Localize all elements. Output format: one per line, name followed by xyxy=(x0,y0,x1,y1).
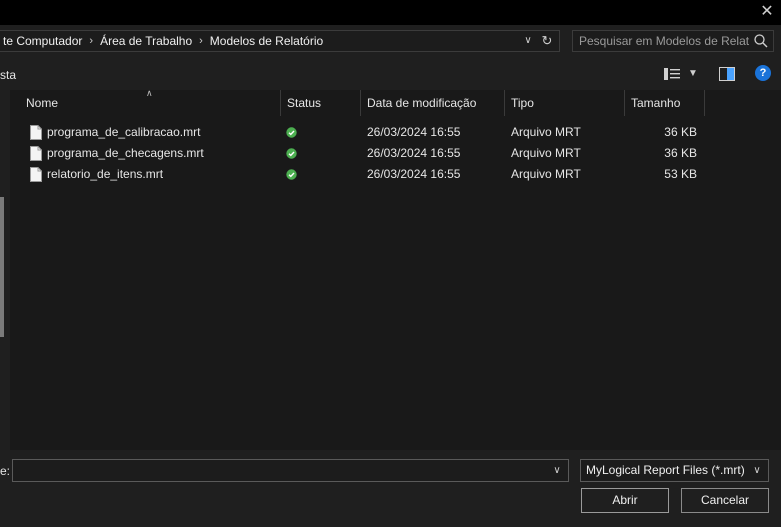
file-type: Arquivo MRT xyxy=(511,146,581,160)
column-header-name[interactable]: Nome xyxy=(20,90,280,116)
toolbar-label[interactable]: sta xyxy=(0,68,16,82)
toolbar: sta ▼ ? xyxy=(0,60,781,90)
filetype-select[interactable]: MyLogical Report Files (*.mrt) ∨ xyxy=(580,459,769,482)
breadcrumb-item[interactable]: Área de Trabalho xyxy=(96,34,196,48)
file-icon xyxy=(30,146,42,161)
file-modified: 26/03/2024 16:55 xyxy=(367,167,461,181)
file-size: 53 KB xyxy=(664,167,697,181)
file-size: 36 KB xyxy=(664,146,697,160)
file-icon xyxy=(30,125,42,140)
file-row[interactable]: relatorio_de_itens.mrt 26/03/2024 16:55 … xyxy=(10,164,781,185)
file-name[interactable]: programa_de_calibracao.mrt xyxy=(47,122,200,143)
chevron-down-icon[interactable]: ▼ xyxy=(686,66,700,82)
close-icon[interactable]: ✕ xyxy=(757,1,777,23)
chevron-right-icon[interactable]: › xyxy=(86,35,96,47)
cancel-button[interactable]: Cancelar xyxy=(681,488,769,513)
filetype-value: MyLogical Report Files (*.mrt) xyxy=(586,463,745,477)
view-details-icon[interactable] xyxy=(664,67,682,81)
open-button[interactable]: Abrir xyxy=(581,488,669,513)
search-box[interactable] xyxy=(572,30,774,52)
file-modified: 26/03/2024 16:55 xyxy=(367,125,461,139)
filename-combobox[interactable]: ∨ xyxy=(12,459,569,482)
file-name[interactable]: relatorio_de_itens.mrt xyxy=(47,164,163,185)
file-size: 36 KB xyxy=(664,125,697,139)
column-header-modified[interactable]: Data de modificação xyxy=(361,90,505,116)
breadcrumb: te Computador › Área de Trabalho › Model… xyxy=(0,31,327,51)
search-input[interactable] xyxy=(579,31,749,51)
status-synced-icon xyxy=(286,127,297,138)
chevron-right-icon[interactable]: › xyxy=(196,35,206,47)
file-icon xyxy=(30,167,42,182)
navigation-row: te Computador › Área de Trabalho › Model… xyxy=(0,25,781,60)
column-header-type[interactable]: Tipo xyxy=(505,90,625,116)
nav-scrollbar[interactable] xyxy=(0,197,4,337)
preview-pane-icon[interactable] xyxy=(719,67,735,81)
title-bar: ✕ xyxy=(0,0,781,25)
filename-input[interactable] xyxy=(17,461,537,480)
chevron-down-icon[interactable]: ∨ xyxy=(550,462,564,479)
refresh-icon[interactable]: ↻ xyxy=(539,32,555,50)
column-header-status[interactable]: Status xyxy=(281,90,361,116)
search-icon[interactable] xyxy=(753,33,769,49)
file-modified: 26/03/2024 16:55 xyxy=(367,146,461,160)
help-icon[interactable]: ? xyxy=(755,65,771,81)
column-header-row: ∧ Nome Status Data de modificação Tipo T… xyxy=(10,88,781,116)
file-list: ∧ Nome Status Data de modificação Tipo T… xyxy=(10,88,781,450)
column-divider[interactable] xyxy=(704,90,705,116)
file-name[interactable]: programa_de_checagens.mrt xyxy=(47,143,204,164)
file-type: Arquivo MRT xyxy=(511,167,581,181)
file-row[interactable]: programa_de_calibracao.mrt 26/03/2024 16… xyxy=(10,122,781,143)
breadcrumb-item[interactable]: Modelos de Relatório xyxy=(206,34,327,48)
chevron-down-icon[interactable]: ∨ xyxy=(750,462,764,479)
file-row[interactable]: programa_de_checagens.mrt 26/03/2024 16:… xyxy=(10,143,781,164)
status-synced-icon xyxy=(286,169,297,180)
filename-label: e: xyxy=(0,464,11,478)
dialog-footer: e: ∨ MyLogical Report Files (*.mrt) ∨ Ab… xyxy=(0,450,781,527)
column-header-size[interactable]: Tamanho xyxy=(625,90,705,116)
address-bar[interactable]: te Computador › Área de Trabalho › Model… xyxy=(0,30,560,52)
file-type: Arquivo MRT xyxy=(511,125,581,139)
chevron-down-icon[interactable]: ∨ xyxy=(521,33,535,49)
status-synced-icon xyxy=(286,148,297,159)
breadcrumb-item[interactable]: te Computador xyxy=(0,34,86,48)
